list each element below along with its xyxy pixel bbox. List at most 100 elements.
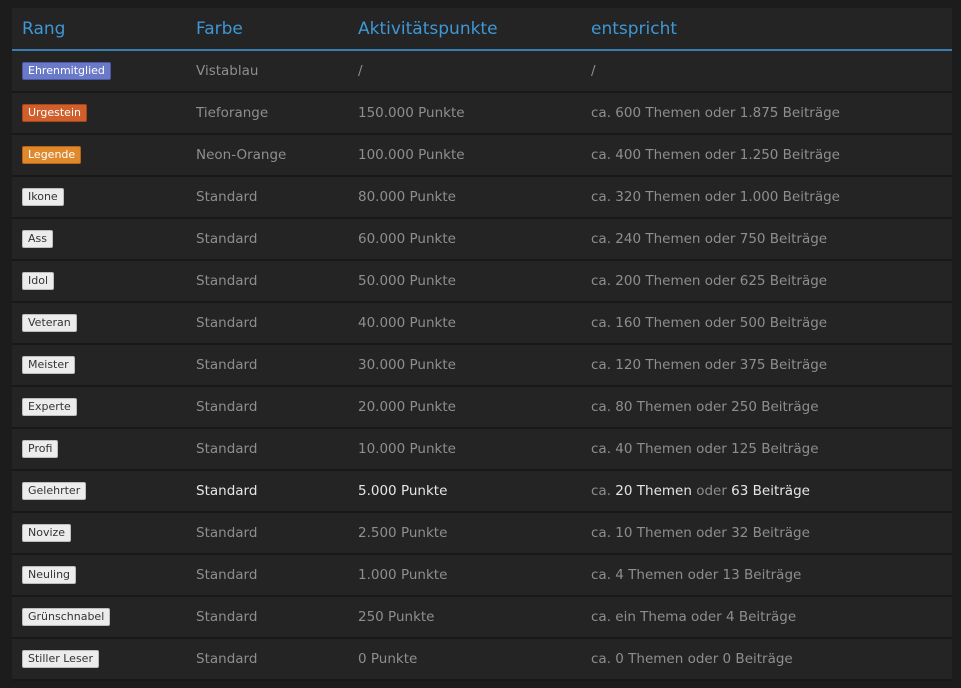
points-cell: 30.000 Punkte <box>348 344 581 387</box>
rank-badge: Legende <box>22 146 82 164</box>
equiv-posts: 63 Beiträge <box>731 483 810 499</box>
header-points[interactable]: Aktivitätspunkte <box>348 8 581 51</box>
equivalent-cell: ca. 40 Themen oder 125 Beiträge <box>581 428 952 471</box>
table-row: Veteran Standard 40.000 Punkte ca. 160 T… <box>12 302 952 345</box>
rank-cell: Ass <box>12 218 186 261</box>
table-row: Idol Standard 50.000 Punkte ca. 200 Them… <box>12 260 952 303</box>
points-cell: 0 Punkte <box>348 638 581 681</box>
color-cell: Standard <box>186 554 348 597</box>
equiv-connector: oder <box>696 483 727 499</box>
rank-cell: Ehrenmitglied <box>12 50 186 93</box>
rank-badge: Ikone <box>22 188 64 206</box>
table-row: Ehrenmitglied Vistablau / / <box>12 50 952 93</box>
rank-badge: Ehrenmitglied <box>22 62 111 80</box>
equivalent-cell: ca. 400 Themen oder 1.250 Beiträge <box>581 134 952 177</box>
equivalent-cell: / <box>581 50 952 93</box>
color-cell: Standard <box>186 344 348 387</box>
equivalent-cell: ca. 600 Themen oder 1.875 Beiträge <box>581 92 952 135</box>
rank-table: Rang Farbe Aktivitätspunkte entspricht E… <box>12 8 952 681</box>
color-cell: Standard <box>186 176 348 219</box>
points-cell: 50.000 Punkte <box>348 260 581 303</box>
equivalent-cell: ca. 240 Themen oder 750 Beiträge <box>581 218 952 261</box>
color-cell: Standard <box>186 386 348 429</box>
points-cell: / <box>348 50 581 93</box>
table-row: Urgestein Tieforange 150.000 Punkte ca. … <box>12 92 952 135</box>
rank-cell: Gelehrter <box>12 470 186 513</box>
color-cell: Standard <box>186 596 348 639</box>
rank-badge: Meister <box>22 356 75 374</box>
rank-cell: Urgestein <box>12 92 186 135</box>
color-cell: Standard <box>186 470 348 513</box>
equiv-prefix: ca. <box>591 483 611 499</box>
color-cell: Standard <box>186 260 348 303</box>
rank-cell: Neuling <box>12 554 186 597</box>
header-color[interactable]: Farbe <box>186 8 348 51</box>
equivalent-cell: ca. 4 Themen oder 13 Beiträge <box>581 554 952 597</box>
rank-badge: Ass <box>22 230 53 248</box>
table-row: Stiller Leser Standard 0 Punkte ca. 0 Th… <box>12 638 952 681</box>
rank-cell: Stiller Leser <box>12 638 186 681</box>
rank-cell: Meister <box>12 344 186 387</box>
rank-cell: Idol <box>12 260 186 303</box>
rank-cell: Legende <box>12 134 186 177</box>
color-cell: Standard <box>186 512 348 555</box>
table-row-highlighted: Gelehrter Standard 5.000 Punkte ca. 20 T… <box>12 470 952 513</box>
rank-badge: Neuling <box>22 566 77 584</box>
equivalent-cell: ca. 80 Themen oder 250 Beiträge <box>581 386 952 429</box>
rank-badge: Veteran <box>22 314 77 332</box>
color-cell: Tieforange <box>186 92 348 135</box>
table-row: Meister Standard 30.000 Punkte ca. 120 T… <box>12 344 952 387</box>
color-cell: Neon-Orange <box>186 134 348 177</box>
equivalent-cell: ca. ein Thema oder 4 Beiträge <box>581 596 952 639</box>
rank-badge: Grünschnabel <box>22 608 111 626</box>
equivalent-cell: ca. 160 Themen oder 500 Beiträge <box>581 302 952 345</box>
equivalent-cell: ca. 120 Themen oder 375 Beiträge <box>581 344 952 387</box>
rank-badge: Idol <box>22 272 55 290</box>
table-row: Neuling Standard 1.000 Punkte ca. 4 Them… <box>12 554 952 597</box>
equiv-topics: 20 Themen <box>615 483 692 499</box>
equivalent-cell: ca. 200 Themen oder 625 Beiträge <box>581 260 952 303</box>
points-cell: 40.000 Punkte <box>348 302 581 345</box>
table-row: Profi Standard 10.000 Punkte ca. 40 Them… <box>12 428 952 471</box>
points-cell: 80.000 Punkte <box>348 176 581 219</box>
points-cell: 250 Punkte <box>348 596 581 639</box>
equivalent-cell: ca. 320 Themen oder 1.000 Beiträge <box>581 176 952 219</box>
rank-badge: Novize <box>22 524 72 542</box>
header-rank[interactable]: Rang <box>12 8 186 51</box>
equivalent-cell: ca. 20 Themen oder 63 Beiträge <box>581 470 952 513</box>
color-cell: Standard <box>186 302 348 345</box>
rank-cell: Grünschnabel <box>12 596 186 639</box>
table-row: Ikone Standard 80.000 Punkte ca. 320 The… <box>12 176 952 219</box>
table-row: Grünschnabel Standard 250 Punkte ca. ein… <box>12 596 952 639</box>
rank-badge: Profi <box>22 440 59 458</box>
table-row: Legende Neon-Orange 100.000 Punkte ca. 4… <box>12 134 952 177</box>
color-cell: Vistablau <box>186 50 348 93</box>
rank-badge: Stiller Leser <box>22 650 99 668</box>
color-cell: Standard <box>186 218 348 261</box>
points-cell: 5.000 Punkte <box>348 470 581 513</box>
equivalent-cell: ca. 10 Themen oder 32 Beiträge <box>581 512 952 555</box>
points-cell: 150.000 Punkte <box>348 92 581 135</box>
table-row: Novize Standard 2.500 Punkte ca. 10 Them… <box>12 512 952 555</box>
points-cell: 2.500 Punkte <box>348 512 581 555</box>
rank-badge: Urgestein <box>22 104 87 122</box>
equivalent-cell: ca. 0 Themen oder 0 Beiträge <box>581 638 952 681</box>
points-cell: 100.000 Punkte <box>348 134 581 177</box>
rank-cell: Experte <box>12 386 186 429</box>
rank-table-panel: Rang Farbe Aktivitätspunkte entspricht E… <box>12 8 952 681</box>
color-cell: Standard <box>186 638 348 681</box>
rank-cell: Profi <box>12 428 186 471</box>
header-equivalent[interactable]: entspricht <box>581 8 952 51</box>
points-cell: 10.000 Punkte <box>348 428 581 471</box>
rank-badge: Experte <box>22 398 77 416</box>
table-header-row: Rang Farbe Aktivitätspunkte entspricht <box>12 8 952 51</box>
table-row: Ass Standard 60.000 Punkte ca. 240 Theme… <box>12 218 952 261</box>
points-cell: 1.000 Punkte <box>348 554 581 597</box>
rank-cell: Ikone <box>12 176 186 219</box>
rank-cell: Novize <box>12 512 186 555</box>
color-cell: Standard <box>186 428 348 471</box>
rank-cell: Veteran <box>12 302 186 345</box>
table-row: Experte Standard 20.000 Punkte ca. 80 Th… <box>12 386 952 429</box>
rank-badge: Gelehrter <box>22 482 87 500</box>
points-cell: 20.000 Punkte <box>348 386 581 429</box>
